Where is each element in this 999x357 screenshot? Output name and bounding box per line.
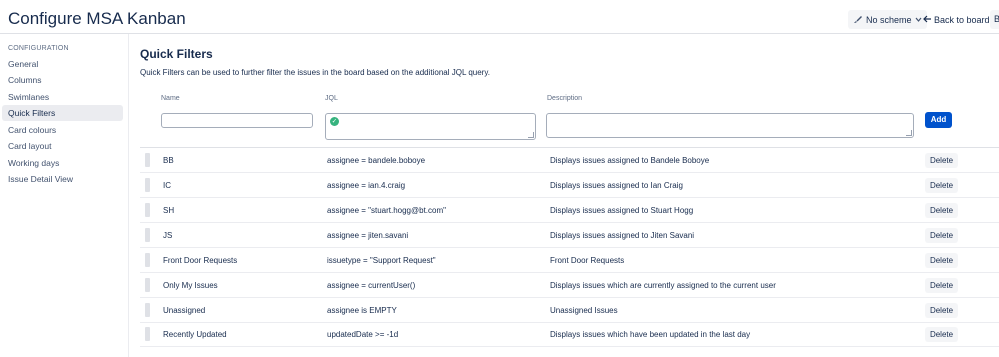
column-header-name: Name	[161, 95, 180, 102]
delete-button[interactable]: Delete	[925, 303, 958, 318]
filter-row: Only My Issues assignee = currentUser() …	[140, 273, 999, 298]
filter-jql[interactable]: assignee = jiten.savani	[327, 231, 408, 240]
drag-handle[interactable]	[145, 228, 150, 242]
back-to-board-link[interactable]: Back to board	[923, 10, 990, 29]
delete-button[interactable]: Delete	[925, 203, 958, 218]
filter-name[interactable]: SH	[163, 206, 174, 215]
drag-handle[interactable]	[145, 327, 150, 341]
top-bar: Configure MSA Kanban No scheme Back to b…	[0, 0, 999, 34]
filter-description[interactable]: Front Door Requests	[550, 256, 624, 265]
drag-handle[interactable]	[145, 178, 150, 192]
arrow-left-icon	[923, 15, 932, 25]
filter-name[interactable]: IC	[163, 181, 171, 190]
filter-jql[interactable]: updatedDate >= -1d	[327, 330, 398, 339]
filter-row: Recently Updated updatedDate >= -1d Disp…	[140, 322, 999, 347]
sidebar-item-card-layout[interactable]: Card layout	[2, 138, 123, 154]
delete-button[interactable]: Delete	[925, 327, 958, 342]
filter-jql[interactable]: assignee = currentUser()	[327, 281, 415, 290]
delete-button[interactable]: Delete	[925, 178, 958, 193]
sidebar-item-swimlanes[interactable]: Swimlanes	[2, 89, 123, 105]
page-title: Configure MSA Kanban	[8, 9, 186, 28]
filter-description[interactable]: Displays issues assigned to Stuart Hogg	[550, 206, 693, 215]
drag-handle[interactable]	[145, 303, 150, 317]
name-input[interactable]	[161, 113, 313, 128]
filter-jql[interactable]: assignee = "stuart.hogg@bt.com"	[327, 206, 446, 215]
add-button[interactable]: Add	[925, 112, 952, 128]
delete-button[interactable]: Delete	[925, 228, 958, 243]
column-header-description: Description	[547, 95, 583, 102]
filter-description[interactable]: Displays issues assigned to Ian Craig	[550, 181, 683, 190]
sidebar-item-card-colours[interactable]: Card colours	[2, 122, 123, 138]
filter-name[interactable]: Front Door Requests	[163, 256, 237, 265]
drag-handle[interactable]	[145, 203, 150, 217]
filter-description[interactable]: Displays issues which are currently assi…	[550, 281, 776, 290]
drag-handle[interactable]	[145, 253, 150, 267]
filter-name[interactable]: Unassigned	[163, 306, 205, 315]
sidebar-item-columns[interactable]: Columns	[2, 72, 123, 88]
filter-jql[interactable]: assignee is EMPTY	[327, 306, 397, 315]
filter-description[interactable]: Displays issues which have been updated …	[550, 330, 750, 339]
filter-jql[interactable]: assignee = ian.4.craig	[327, 181, 405, 190]
back-to-board-label: Back to board	[934, 14, 990, 25]
filter-name[interactable]: BB	[163, 156, 174, 165]
resize-handle[interactable]	[906, 130, 912, 136]
delete-button[interactable]: Delete	[925, 253, 958, 268]
filter-description[interactable]: Displays issues assigned to Bandele Bobo…	[550, 156, 709, 165]
more-button[interactable]: B	[990, 10, 999, 29]
drag-handle[interactable]	[145, 278, 150, 292]
filter-row: BB assignee = bandele.boboye Displays is…	[140, 148, 999, 173]
section-description: Quick Filters can be used to further fil…	[140, 68, 490, 77]
drag-handle[interactable]	[145, 153, 150, 167]
sidebar: CONFIGURATION General Columns Swimlanes …	[0, 34, 129, 357]
sidebar-item-general[interactable]: General	[2, 56, 123, 72]
filter-description[interactable]: Unassigned Issues	[550, 306, 618, 315]
scheme-label: No scheme	[866, 14, 912, 25]
delete-button[interactable]: Delete	[925, 153, 958, 168]
filter-row: IC assignee = ian.4.craig Displays issue…	[140, 173, 999, 198]
sidebar-item-issue-detail-view[interactable]: Issue Detail View	[2, 171, 123, 187]
filter-name[interactable]: JS	[163, 231, 172, 240]
description-input[interactable]	[546, 113, 914, 138]
chevron-down-icon	[915, 15, 922, 25]
column-header-jql: JQL	[325, 95, 338, 102]
filter-row: Front Door Requests issuetype = "Support…	[140, 248, 999, 273]
section-title: Quick Filters	[140, 47, 213, 61]
filter-name[interactable]: Recently Updated	[163, 330, 227, 339]
sidebar-heading: CONFIGURATION	[8, 45, 69, 52]
filter-jql[interactable]: assignee = bandele.boboye	[327, 156, 425, 165]
scheme-dropdown[interactable]: No scheme	[848, 10, 927, 29]
resize-handle[interactable]	[528, 132, 534, 138]
filter-row: Unassigned assignee is EMPTY Unassigned …	[140, 298, 999, 323]
filter-row: JS assignee = jiten.savani Displays issu…	[140, 223, 999, 248]
brush-icon	[853, 14, 863, 26]
filter-jql[interactable]: issuetype = "Support Request"	[327, 256, 436, 265]
jql-input[interactable]: ✓	[325, 113, 536, 140]
check-circle-icon: ✓	[330, 117, 339, 126]
delete-button[interactable]: Delete	[925, 278, 958, 293]
sidebar-item-quick-filters[interactable]: Quick Filters	[2, 105, 123, 121]
sidebar-item-working-days[interactable]: Working days	[2, 155, 123, 171]
filter-row: SH assignee = "stuart.hogg@bt.com" Displ…	[140, 198, 999, 223]
filter-description[interactable]: Displays issues assigned to Jiten Savani	[550, 231, 694, 240]
filter-name[interactable]: Only My Issues	[163, 281, 218, 290]
